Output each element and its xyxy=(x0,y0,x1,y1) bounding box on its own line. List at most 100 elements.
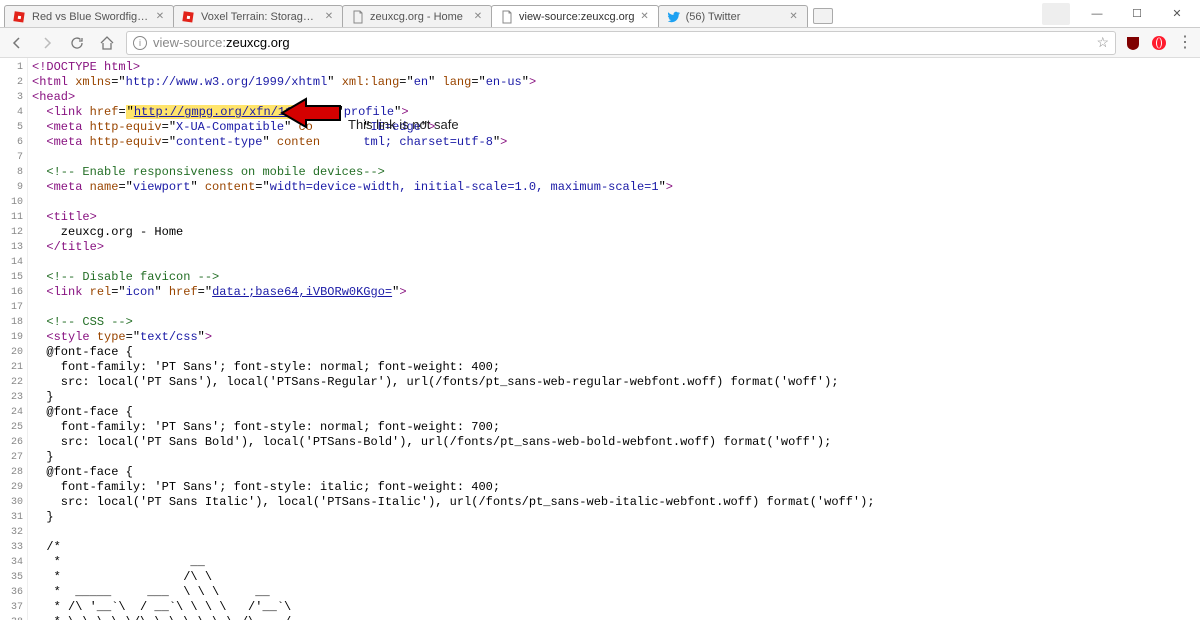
extension-opera-icon[interactable] xyxy=(1150,34,1168,52)
line-number: 21 xyxy=(2,360,23,375)
line-number: 13 xyxy=(2,240,23,255)
line-number: 15 xyxy=(2,270,23,285)
source-line: <head> xyxy=(32,90,875,105)
source-line: @font-face { xyxy=(32,345,875,360)
source-line xyxy=(32,300,875,315)
source-line: * __ xyxy=(32,555,875,570)
line-number: 26 xyxy=(2,435,23,450)
maximize-button[interactable]: ☐ xyxy=(1118,3,1156,25)
tab-favicon xyxy=(13,10,27,24)
source-line xyxy=(32,255,875,270)
line-number: 34 xyxy=(2,555,23,570)
line-number: 3 xyxy=(2,90,23,105)
tab-favicon xyxy=(182,10,196,24)
line-number: 9 xyxy=(2,180,23,195)
source-line xyxy=(32,150,875,165)
line-number: 5 xyxy=(2,120,23,135)
line-number: 29 xyxy=(2,480,23,495)
toolbar: i view-source:zeuxcg.org ☆ ⋮ xyxy=(0,28,1200,58)
source-line: } xyxy=(32,450,875,465)
line-number: 19 xyxy=(2,330,23,345)
tab-favicon xyxy=(351,10,365,24)
line-number: 35 xyxy=(2,570,23,585)
source-line: <meta http-equiv="X-UA-Compatible" co "I… xyxy=(32,120,875,135)
line-number: 7 xyxy=(2,150,23,165)
tab-3[interactable]: view-source:zeuxcg.org ✕ xyxy=(491,5,659,27)
profile-link[interactable]: http://gmpg.org/xfn/11 xyxy=(134,105,292,119)
close-window-button[interactable]: ✕ xyxy=(1158,3,1196,25)
tab-label: Voxel Terrain: Storage - R xyxy=(201,11,319,23)
line-number: 18 xyxy=(2,315,23,330)
line-number: 14 xyxy=(2,255,23,270)
tab-close-icon[interactable]: ✕ xyxy=(324,12,334,22)
tab-2[interactable]: zeuxcg.org - Home✕ xyxy=(342,5,492,27)
source-line: * /\ \ xyxy=(32,570,875,585)
source-line xyxy=(32,195,875,210)
forward-button[interactable] xyxy=(36,32,58,54)
source-line: font-family: 'PT Sans'; font-style: norm… xyxy=(32,420,875,435)
tab-label: Red vs Blue Swordfightin xyxy=(32,11,150,23)
tab-0[interactable]: Red vs Blue Swordfightin ✕ xyxy=(4,5,174,27)
source-line: /* xyxy=(32,540,875,555)
source-line: <html xmlns="http://www.w3.org/1999/xhtm… xyxy=(32,75,875,90)
page-viewport: 1234567891011121314151617181920212223242… xyxy=(0,58,1200,620)
line-number: 1 xyxy=(2,60,23,75)
line-number: 33 xyxy=(2,540,23,555)
tab-close-icon[interactable]: ✕ xyxy=(640,12,650,22)
source-line: <meta name="viewport" content="width=dev… xyxy=(32,180,875,195)
tab-1[interactable]: Voxel Terrain: Storage - R ✕ xyxy=(173,5,343,27)
source-code[interactable]: <!DOCTYPE html><html xmlns="http://www.w… xyxy=(28,58,879,620)
minimize-button[interactable]: — xyxy=(1078,3,1116,25)
source-line: * _____ ___ \ \ \ __ xyxy=(32,585,875,600)
line-number: 30 xyxy=(2,495,23,510)
tab-label: (56) Twitter xyxy=(686,11,784,23)
line-number: 8 xyxy=(2,165,23,180)
source-line: src: local('PT Sans'), local('PTSans-Reg… xyxy=(32,375,875,390)
source-line: </title> xyxy=(32,240,875,255)
line-number: 25 xyxy=(2,420,23,435)
line-number: 27 xyxy=(2,450,23,465)
site-info-icon[interactable]: i xyxy=(133,36,147,50)
source-line: @font-face { xyxy=(32,405,875,420)
line-number: 32 xyxy=(2,525,23,540)
new-tab-button[interactable] xyxy=(813,8,833,24)
source-line: <meta http-equiv="content-type" conten t… xyxy=(32,135,875,150)
line-number: 23 xyxy=(2,390,23,405)
source-line: zeuxcg.org - Home xyxy=(32,225,875,240)
source-line: <style type="text/css"> xyxy=(32,330,875,345)
home-button[interactable] xyxy=(96,32,118,54)
line-number: 11 xyxy=(2,210,23,225)
reload-button[interactable] xyxy=(66,32,88,54)
line-number: 31 xyxy=(2,510,23,525)
source-line: * \ \ \_\ \/\ \_\ \ \ \ \_/\ __/ xyxy=(32,615,875,620)
line-number: 16 xyxy=(2,285,23,300)
line-number: 37 xyxy=(2,600,23,615)
source-line: <link href="http://gmpg.org/xfn/11" rel=… xyxy=(32,105,875,120)
source-line: src: local('PT Sans Italic'), local('PTS… xyxy=(32,495,875,510)
tab-label: view-source:zeuxcg.org xyxy=(519,11,635,23)
source-line: <!-- Disable favicon --> xyxy=(32,270,875,285)
source-line: <title> xyxy=(32,210,875,225)
extension-ublock-icon[interactable] xyxy=(1124,34,1142,52)
source-line: } xyxy=(32,390,875,405)
menu-button[interactable]: ⋮ xyxy=(1176,34,1194,52)
tab-close-icon[interactable]: ✕ xyxy=(155,12,165,22)
tab-favicon xyxy=(500,10,514,24)
tab-4[interactable]: (56) Twitter ✕ xyxy=(658,5,808,27)
bookmark-star-icon[interactable]: ☆ xyxy=(1096,34,1109,51)
tab-close-icon[interactable]: ✕ xyxy=(473,12,483,22)
favicon-link[interactable]: data:;base64,iVBORw0KGgo= xyxy=(212,285,392,299)
tab-close-icon[interactable]: ✕ xyxy=(789,12,799,22)
profile-button[interactable] xyxy=(1042,3,1070,25)
source-line: <!DOCTYPE html> xyxy=(32,60,875,75)
window-controls: — ☐ ✕ xyxy=(1042,0,1200,27)
url-text: view-source:zeuxcg.org xyxy=(153,35,290,50)
address-bar[interactable]: i view-source:zeuxcg.org ☆ xyxy=(126,31,1116,55)
back-button[interactable] xyxy=(6,32,28,54)
line-number: 12 xyxy=(2,225,23,240)
line-number: 38 xyxy=(2,615,23,620)
line-number: 6 xyxy=(2,135,23,150)
source-line: <link rel="icon" href="data:;base64,iVBO… xyxy=(32,285,875,300)
tab-favicon xyxy=(667,10,681,24)
view-source: 1234567891011121314151617181920212223242… xyxy=(0,58,1200,620)
